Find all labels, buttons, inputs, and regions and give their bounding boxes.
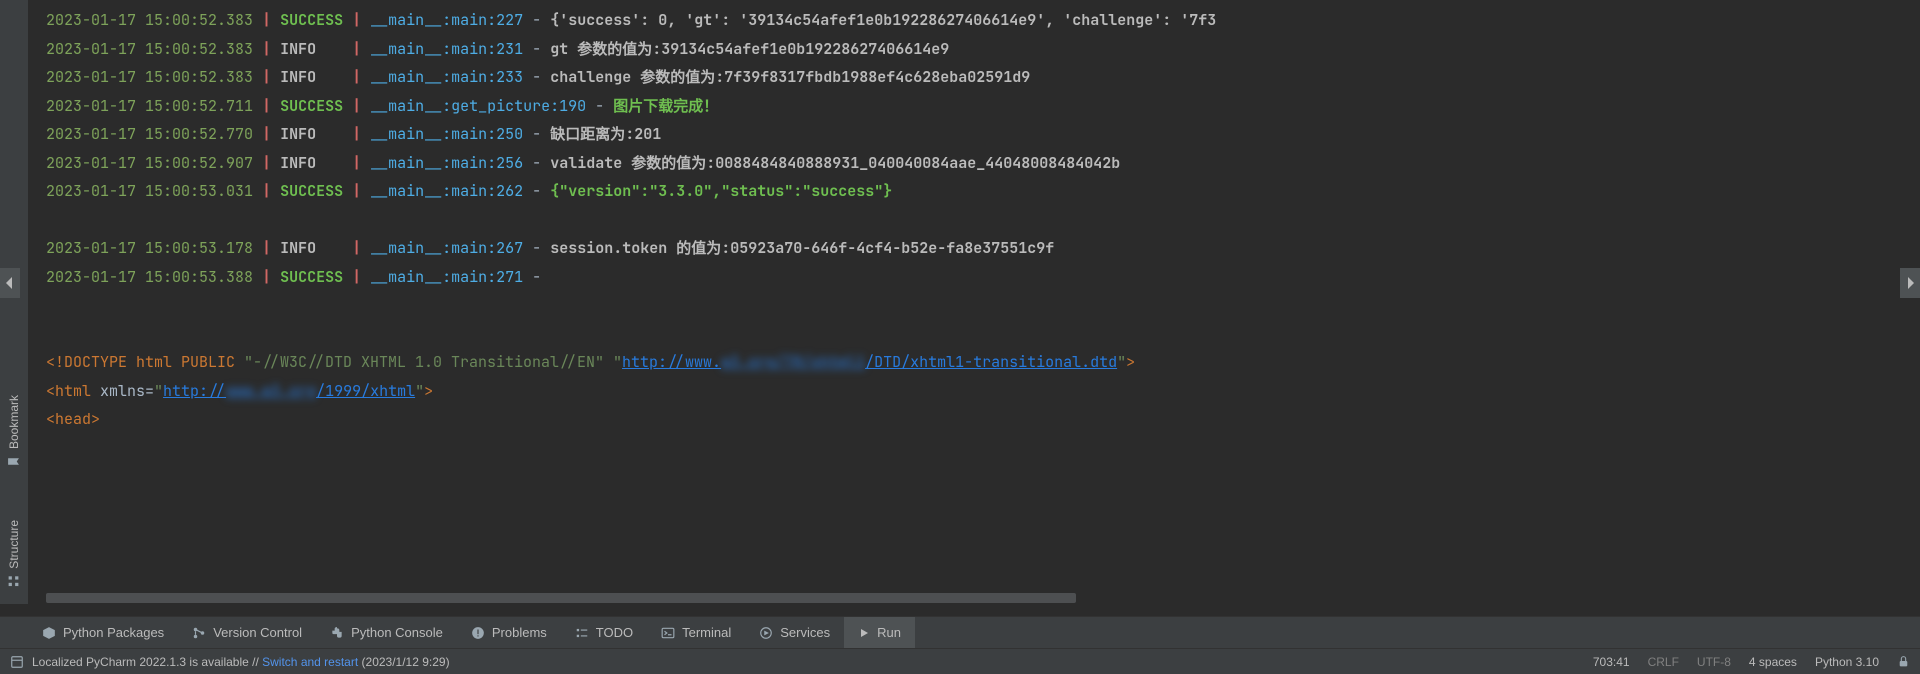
tab-services[interactable]: Services	[745, 617, 844, 648]
structure-label: Structure	[7, 520, 21, 569]
packages-icon	[42, 626, 56, 640]
chevron-right-icon	[1906, 277, 1914, 289]
line-separator[interactable]: CRLF	[1648, 655, 1679, 669]
log-line: 2023-01-17 15:00:52.770 | INFO | __main_…	[46, 120, 1920, 149]
lock-icon[interactable]	[1897, 655, 1910, 668]
scroll-left-button[interactable]	[0, 268, 20, 298]
structure-icon	[8, 575, 21, 588]
tab-version-control[interactable]: Version Control	[178, 617, 316, 648]
todo-icon	[575, 626, 589, 640]
tab-python-console[interactable]: Python Console	[316, 617, 457, 648]
log-line: 2023-01-17 15:00:53.031 | SUCCESS | __ma…	[46, 177, 1920, 206]
tab-python-packages[interactable]: Python Packages	[28, 617, 178, 648]
html-output-line: <!DOCTYPE html PUBLIC "-//W3C//DTD XHTML…	[46, 348, 1920, 377]
tab-label: Run	[877, 625, 901, 640]
tab-label: Problems	[492, 625, 547, 640]
log-line: 2023-01-17 15:00:52.383 | INFO | __main_…	[46, 63, 1920, 92]
scroll-right-button[interactable]	[1900, 268, 1920, 298]
problems-icon	[471, 626, 485, 640]
html-output-line: <head>	[46, 405, 1920, 434]
left-tool-gutter: Bookmark Structure	[0, 0, 28, 604]
bookmark-icon	[8, 455, 21, 468]
scrollbar-thumb[interactable]	[46, 593, 1076, 603]
horizontal-scrollbar[interactable]	[28, 592, 1900, 604]
structure-tab[interactable]: Structure	[5, 514, 23, 594]
tab-problems[interactable]: Problems	[457, 617, 561, 648]
indent-setting[interactable]: 4 spaces	[1749, 655, 1797, 669]
tab-label: Python Console	[351, 625, 443, 640]
terminal-icon	[661, 626, 675, 640]
status-info-icon	[10, 655, 24, 669]
tool-window-bar: Python Packages Version Control Python C…	[0, 616, 1920, 648]
bookmark-label: Bookmark	[7, 395, 21, 449]
log-line: 2023-01-17 15:00:52.383 | SUCCESS | __ma…	[46, 6, 1920, 35]
tab-label: Services	[780, 625, 830, 640]
log-line: 2023-01-17 15:00:52.711 | SUCCESS | __ma…	[46, 92, 1920, 121]
log-line: 2023-01-17 15:00:53.388 | SUCCESS | __ma…	[46, 263, 1920, 292]
html-output-line: <html xmlns="http://www.w3.org/1999/xhtm…	[46, 377, 1920, 406]
vcs-icon	[192, 626, 206, 640]
tab-label: TODO	[596, 625, 633, 640]
bookmark-tab[interactable]: Bookmark	[5, 389, 23, 474]
tab-run[interactable]: Run	[844, 617, 915, 648]
python-interpreter[interactable]: Python 3.10	[1815, 655, 1879, 669]
status-message[interactable]: Localized PyCharm 2022.1.3 is available …	[32, 655, 450, 669]
cursor-position[interactable]: 703:41	[1593, 655, 1630, 669]
tab-todo[interactable]: TODO	[561, 617, 647, 648]
chevron-left-icon	[6, 277, 14, 289]
log-line: 2023-01-17 15:00:53.178 | INFO | __main_…	[46, 234, 1920, 263]
python-icon	[330, 626, 344, 640]
tab-label: Python Packages	[63, 625, 164, 640]
tab-label: Terminal	[682, 625, 731, 640]
run-icon	[858, 627, 870, 639]
log-line: 2023-01-17 15:00:52.907 | INFO | __main_…	[46, 149, 1920, 178]
run-console-output[interactable]: 2023-01-17 15:00:52.383 | SUCCESS | __ma…	[28, 0, 1920, 604]
tab-label: Version Control	[213, 625, 302, 640]
services-icon	[759, 626, 773, 640]
log-line: 2023-01-17 15:00:52.383 | INFO | __main_…	[46, 35, 1920, 64]
tab-terminal[interactable]: Terminal	[647, 617, 745, 648]
status-bar: Localized PyCharm 2022.1.3 is available …	[0, 648, 1920, 674]
file-encoding[interactable]: UTF-8	[1697, 655, 1731, 669]
